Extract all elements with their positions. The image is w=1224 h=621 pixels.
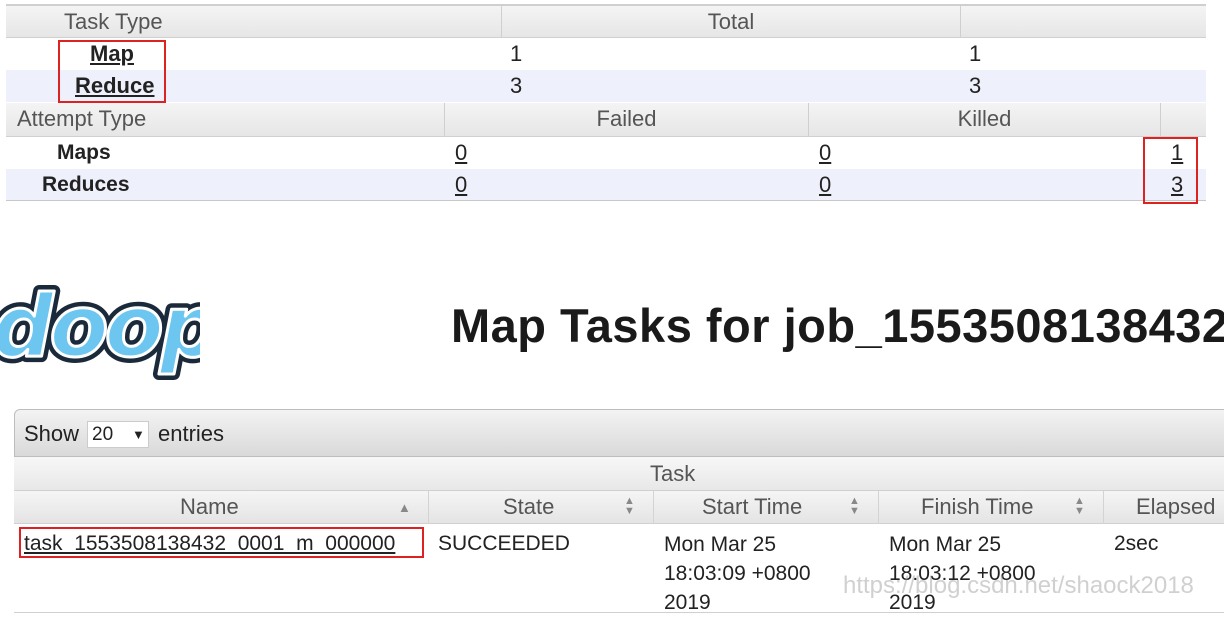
sort-asc-icon: ▲ [398,500,411,515]
header-killed: Killed [809,103,1161,136]
header-total: Total [501,6,961,37]
hadoop-logo: doop doop [0,280,200,380]
header-task-type: Task Type [64,9,163,34]
column-header-start-time[interactable]: Start Time ▲ ▼ [653,491,879,524]
show-label: Show [24,421,80,446]
table-row: Map 1 1 [6,38,1206,70]
task-state: SUCCEEDED [438,532,570,555]
entries-label: entries [158,421,225,446]
start-time-line: 18:03:09 +0800 [664,562,811,585]
column-header-elapsed-label: Elapsed [1136,494,1216,519]
task-summary-header: Task Type Total [6,4,1206,38]
task-group-header: Task [14,457,1224,491]
column-header-elapsed[interactable]: Elapsed [1103,491,1224,524]
header-failed: Failed [444,103,809,136]
task-elapsed: 2sec [1114,532,1159,555]
page-title: Map Tasks for job_1553508138432_0001 [451,299,1224,352]
column-header-finish-label: Finish Time [921,494,1034,519]
group-header-label: Task [650,461,696,486]
datatable-toolbar: Show 20 ▼ entries [14,409,1224,457]
map-complete: 1 [969,41,982,66]
hadoop-logo-image: doop doop [0,280,200,380]
column-header-state[interactable]: State ▲ ▼ [428,491,654,524]
highlight-box-task-name [19,527,424,558]
header-successful [1161,103,1206,136]
sort-both-icon: ▲ ▼ [849,495,860,517]
column-header-state-label: State [503,494,555,519]
column-header-row: Name ▲ State ▲ ▼ Start Time ▲ ▼ Finish Tim… [14,491,1224,524]
finish-time-line: Mon Mar 25 [889,533,1002,556]
attempt-summary-table: Attempt Type Failed Killed Maps 0 0 1 Re… [6,103,1206,201]
attempt-type-maps: Maps [57,141,111,164]
reduces-killed-link[interactable]: 0 [819,171,831,199]
svg-text:doop: doop [0,280,200,377]
task-start-time: Mon Mar 25 18:03:09 +0800 2019 [664,530,811,617]
highlight-box-task-types [58,40,166,103]
table-row: Maps 0 0 1 [6,137,1206,169]
header-attempt-type: Attempt Type [17,106,147,131]
column-header-name-label: Name [180,494,239,519]
highlight-box-successful [1143,137,1198,204]
watermark: https://blog.csdn.net/shaock2018 [843,572,1194,599]
maps-failed-link[interactable]: 0 [455,139,467,167]
attempt-type-reduces: Reduces [42,173,130,196]
page-size-value: 20 [92,424,114,445]
chevron-down-icon: ▼ [132,427,145,442]
reduces-failed-link[interactable]: 0 [455,171,467,199]
page-size-select[interactable]: 20 ▼ [87,421,149,448]
row-divider [14,612,1224,613]
maps-killed-link[interactable]: 0 [819,139,831,167]
reduce-complete: 3 [969,73,982,98]
task-summary-table: Task Type Total Map 1 1 Reduce 3 3 [6,4,1206,102]
column-header-name[interactable]: Name ▲ [14,491,429,524]
table-row: Reduce 3 3 [6,70,1206,102]
header-complete [961,6,1206,37]
column-header-start-label: Start Time [702,494,803,519]
sort-both-icon: ▲ ▼ [624,495,635,517]
map-total: 1 [510,41,523,66]
column-header-finish-time[interactable]: Finish Time ▲ ▼ [878,491,1104,524]
reduce-total: 3 [510,73,523,98]
attempt-summary-header: Attempt Type Failed Killed [6,103,1206,137]
table-row: Reduces 0 0 3 [6,169,1206,201]
start-time-line: Mon Mar 25 [664,533,777,556]
sort-both-icon: ▲ ▼ [1074,495,1085,517]
